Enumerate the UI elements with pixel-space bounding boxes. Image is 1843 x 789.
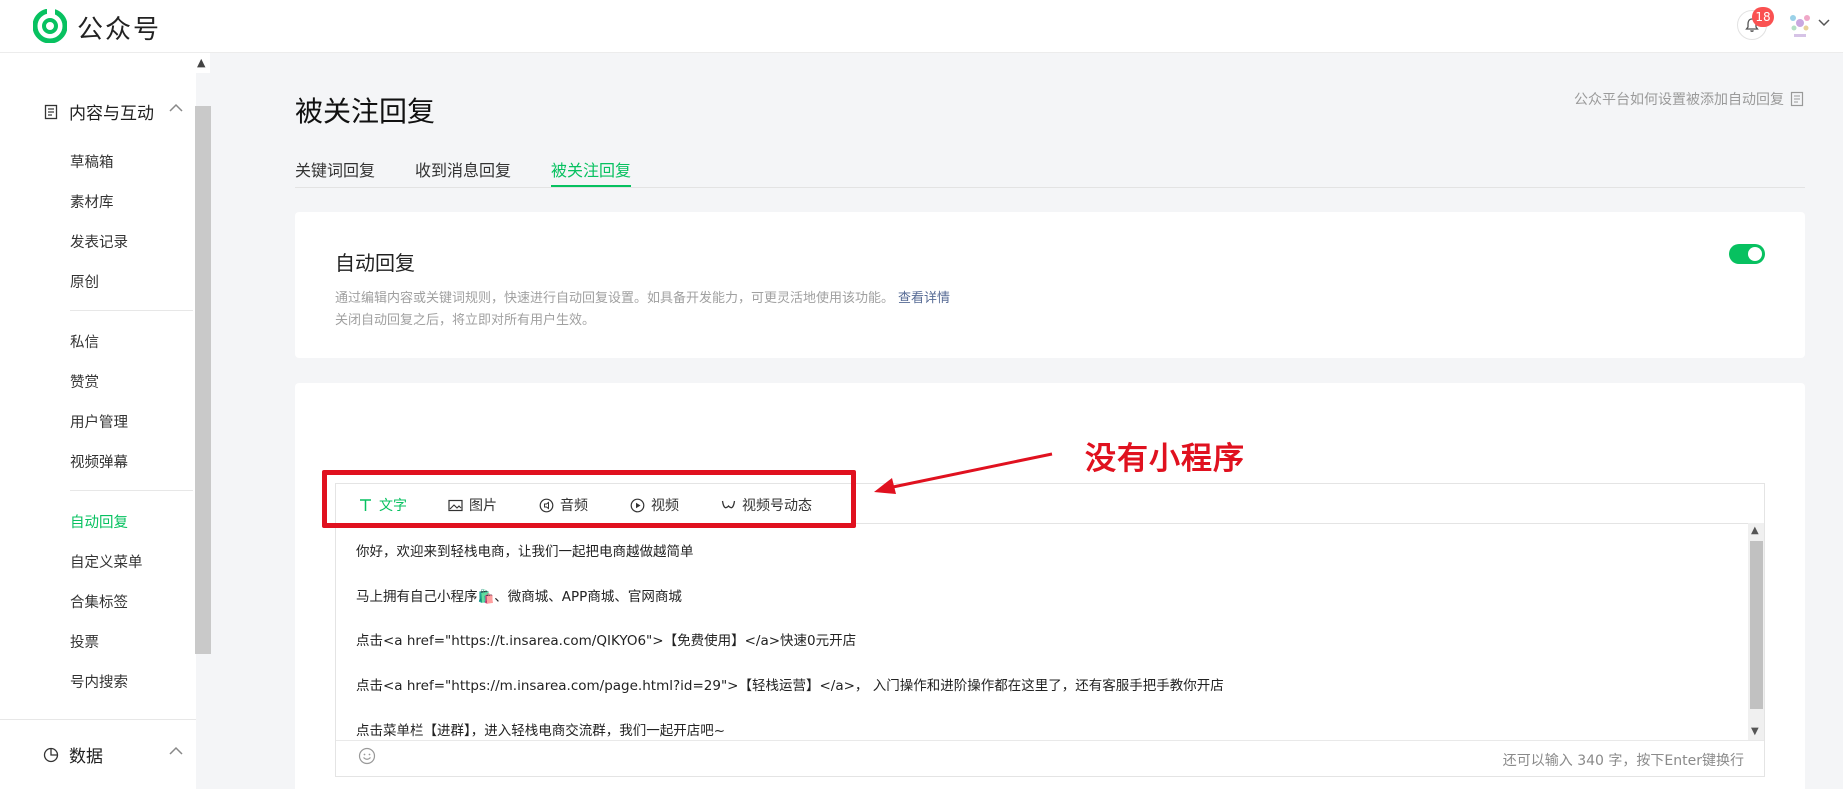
annotation-highlight-box: [322, 470, 856, 528]
sidebar-divider: [70, 310, 193, 311]
notification-count-badge: 18: [1752, 7, 1774, 27]
sidebar-item-drafts[interactable]: 草稿箱: [70, 151, 114, 172]
sidebar-divider: [70, 490, 193, 491]
document-icon: [1790, 91, 1804, 107]
sidebar-section-content[interactable]: 内容与互动: [43, 99, 183, 124]
sidebar-item-messages[interactable]: 私信: [70, 331, 99, 352]
sidebar-item-auto-reply[interactable]: 自动回复: [70, 511, 128, 532]
sidebar-item-materials[interactable]: 素材库: [70, 191, 114, 212]
page-title: 被关注回复: [295, 95, 436, 128]
sidebar-item-collection-tags[interactable]: 合集标签: [70, 591, 128, 612]
sidebar-item-original[interactable]: 原创: [70, 271, 99, 292]
chevron-up-icon[interactable]: [169, 103, 183, 113]
auto-reply-title: 自动回复: [335, 251, 415, 275]
chevron-down-icon[interactable]: [1818, 18, 1830, 28]
auto-reply-note: 关闭自动回复之后，将立即对所有用户生效。: [335, 313, 596, 328]
brand-name: 公众号: [77, 15, 162, 45]
sidebar-item-in-account-search[interactable]: 号内搜索: [70, 671, 128, 692]
annotation-arrow-icon: [874, 452, 1053, 494]
editor-scrollbar[interactable]: ▲ ▼: [1748, 523, 1764, 741]
pie-chart-icon: [43, 747, 59, 762]
sidebar-item-appreciation[interactable]: 赞赏: [70, 371, 99, 392]
document-icon: [44, 104, 58, 119]
auto-reply-toggle[interactable]: [1729, 244, 1765, 264]
sidebar-item-custom-menu[interactable]: 自定义菜单: [70, 551, 143, 572]
sidebar-item-video-danmaku[interactable]: 视频弹幕: [70, 451, 128, 472]
help-link-label: 公众平台如何设置被添加自动回复: [1574, 92, 1784, 108]
editor-content[interactable]: 你好，欢迎来到轻栈电商，让我们一起把电商越做越简单 马上拥有自己小程序🛍️、微商…: [356, 540, 1736, 763]
auto-reply-description: 通过编辑内容或关键词规则，快速进行自动回复设置。如具备开发能力，可更灵活地使用该…: [335, 287, 950, 306]
tab-message-reply[interactable]: 收到消息回复: [415, 157, 511, 186]
editor-line: 你好，欢迎来到轻栈电商，让我们一起把电商越做越简单: [356, 544, 694, 560]
editor-line: 点击<a href="https://t.insarea.com/QIKYO6"…: [356, 633, 857, 650]
reply-tabs: 关键词回复 收到消息回复 被关注回复: [295, 157, 1805, 188]
sidebar-item-user-management[interactable]: 用户管理: [70, 411, 128, 432]
sidebar: 内容与互动 草稿箱 素材库 发表记录 原创 私信 赞赏 用户管理 视频弹幕 自动…: [0, 53, 196, 789]
top-bar: 公众号 18: [0, 0, 1843, 53]
sidebar-item-vote[interactable]: 投票: [70, 631, 99, 652]
editor-footer: 还可以输入 340 字，按下Enter键换行: [336, 740, 1764, 777]
sidebar-section-label: 内容与互动: [69, 104, 154, 124]
tab-keyword-reply[interactable]: 关键词回复: [295, 157, 375, 186]
sidebar-section-label: 数据: [69, 747, 103, 767]
emoji-icon[interactable]: [358, 747, 376, 765]
wechat-official-account-logo-icon[interactable]: [33, 9, 67, 43]
view-details-link[interactable]: 查看详情: [898, 291, 950, 306]
editor-line: 马上拥有自己小程序🛍️、微商城、APP商城、官网商城: [356, 588, 682, 605]
chevron-up-icon[interactable]: [169, 746, 183, 756]
sidebar-scrollbar[interactable]: [195, 106, 211, 654]
sidebar-divider: [0, 719, 196, 720]
help-link[interactable]: 公众平台如何设置被添加自动回复: [1574, 89, 1804, 109]
account-avatar[interactable]: [1788, 12, 1812, 40]
editor-scrollbar-thumb[interactable]: [1750, 541, 1763, 709]
auto-reply-description-text: 通过编辑内容或关键词规则，快速进行自动回复设置。如具备开发能力，可更灵活地使用该…: [335, 291, 895, 306]
scroll-up-arrow-icon[interactable]: ▲: [197, 56, 205, 69]
tab-follow-reply[interactable]: 被关注回复: [551, 157, 632, 187]
scroll-down-arrow-icon[interactable]: ▼: [1751, 726, 1759, 737]
auto-reply-card: 自动回复 通过编辑内容或关键词规则，快速进行自动回复设置。如具备开发能力，可更灵…: [295, 212, 1805, 358]
annotation-label: 没有小程序: [1085, 441, 1245, 477]
character-counter: 还可以输入 340 字，按下Enter键换行: [1502, 753, 1744, 769]
editor-line: 点击<a href="https://m.insarea.com/page.ht…: [356, 678, 1224, 695]
sidebar-item-publish-history[interactable]: 发表记录: [70, 231, 128, 252]
sidebar-section-data[interactable]: 数据: [43, 742, 183, 767]
scroll-up-arrow-icon[interactable]: ▲: [1751, 525, 1759, 536]
